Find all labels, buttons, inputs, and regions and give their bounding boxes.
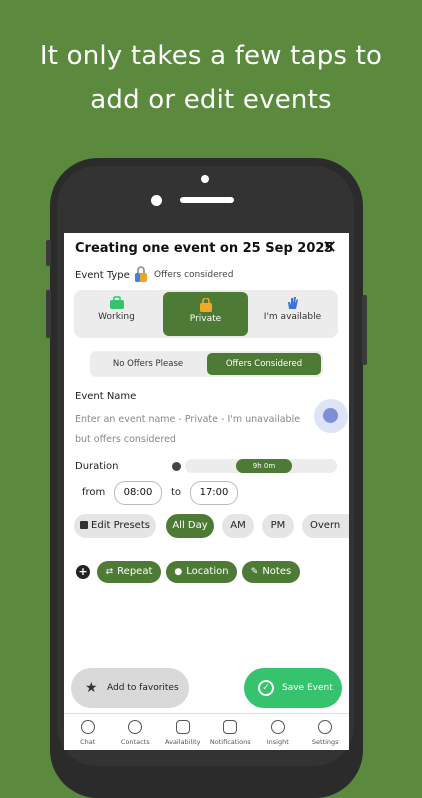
tab-label: Notifications [209, 738, 251, 746]
duration-label: Duration [75, 461, 119, 472]
offer-option-no-offers[interactable]: No Offers Please [90, 351, 206, 377]
event-type-value: Offers considered [154, 270, 234, 280]
tab-availability[interactable]: Availability [159, 714, 207, 746]
tab-label: Contacts [120, 738, 150, 746]
notes-button[interactable]: ✎ Notes [242, 561, 300, 583]
add-icon[interactable]: + [76, 565, 90, 579]
type-option-private[interactable]: Private [163, 292, 248, 336]
preset-all-day[interactable]: All Day [166, 514, 214, 538]
calendar-icon [175, 720, 190, 734]
tab-bar: Chat Contacts Availability Notifications… [64, 713, 349, 750]
headline-line-1: It only takes a few taps to [39, 41, 383, 71]
pie-chart-icon [270, 720, 285, 734]
from-time-input[interactable]: 08:00 [114, 481, 162, 505]
contacts-icon [128, 720, 143, 734]
location-label: Location [186, 566, 229, 577]
repeat-button[interactable]: ⇄ Repeat [97, 561, 161, 583]
tab-label: Availability [165, 738, 201, 746]
type-option-label: I'm available [263, 312, 322, 322]
edit-presets-label: Edit Presets [91, 520, 150, 531]
tab-label: Insight [266, 738, 289, 746]
phone-camera [151, 195, 162, 206]
type-option-label: Working [98, 312, 135, 322]
preset-pm[interactable]: PM [262, 514, 294, 538]
add-to-favorites-button[interactable]: ★ Add to favorites [71, 668, 189, 708]
offer-option-offers-considered[interactable]: Offers Considered [207, 353, 321, 375]
briefcase-icon [109, 296, 124, 309]
location-button[interactable]: ● Location [166, 561, 237, 583]
bell-icon [223, 720, 238, 734]
add-to-favorites-label: Add to favorites [107, 683, 179, 693]
headline-line-2: add or edit events [90, 85, 332, 115]
hand-icon [287, 297, 298, 309]
offers-selector: No Offers Please Offers Considered [90, 351, 323, 377]
touch-indicator-dot [323, 408, 338, 423]
chat-icon [80, 720, 95, 734]
tab-settings[interactable]: Settings [302, 714, 350, 746]
tab-notifications[interactable]: Notifications [207, 714, 255, 746]
save-event-label: Save Event [282, 683, 333, 693]
preset-overnight[interactable]: Overn [302, 514, 349, 538]
tab-contacts[interactable]: Contacts [112, 714, 160, 746]
dialog-title: Creating one event on 25 Sep 2025 [75, 241, 334, 256]
event-name-input[interactable]: Enter an event name - Private - I'm unav… [75, 410, 317, 450]
to-label: to [171, 487, 182, 498]
repeat-icon: ⇄ [105, 567, 114, 577]
pencil-icon: ✎ [250, 567, 259, 577]
star-icon: ★ [85, 680, 98, 696]
notes-label: Notes [262, 566, 292, 577]
from-label: from [82, 487, 106, 498]
headline: It only takes a few taps to add or edit … [0, 34, 422, 122]
tab-label: Settings [311, 738, 339, 746]
tab-chat[interactable]: Chat [64, 714, 112, 746]
phone-side-button [362, 295, 367, 365]
tab-insight[interactable]: Insight [254, 714, 302, 746]
phone-side-button [46, 240, 51, 266]
phone-side-button [46, 290, 51, 338]
type-option-working[interactable]: Working [74, 290, 159, 338]
lock-icon [199, 298, 212, 312]
close-icon[interactable]: ✕ [322, 237, 337, 258]
save-event-button[interactable]: ✓ Save Event [244, 668, 342, 708]
to-time-input[interactable]: 17:00 [190, 481, 238, 505]
phone-sensor [201, 175, 209, 183]
phone-speaker [180, 197, 234, 203]
preset-am[interactable]: AM [222, 514, 254, 538]
repeat-label: Repeat [117, 566, 153, 577]
edit-icon [80, 521, 89, 529]
gear-icon [318, 720, 333, 734]
type-option-available[interactable]: I'm available [250, 290, 335, 338]
location-pin-icon: ● [174, 567, 183, 577]
edit-presets-button[interactable]: Edit Presets [74, 514, 156, 538]
event-type-label: Event Type [75, 270, 130, 281]
event-type-selector: Working Private I'm available [74, 290, 338, 338]
clock-icon [172, 462, 181, 471]
type-option-label: Private [189, 314, 222, 324]
duration-value[interactable]: 9h 0m [236, 459, 292, 473]
app-screen: Creating one event on 25 Sep 2025 ✕ Even… [64, 233, 349, 750]
event-name-label: Event Name [75, 391, 137, 402]
tab-label: Chat [80, 738, 96, 746]
checkmark-icon: ✓ [258, 680, 274, 696]
lock-icon [135, 266, 147, 282]
